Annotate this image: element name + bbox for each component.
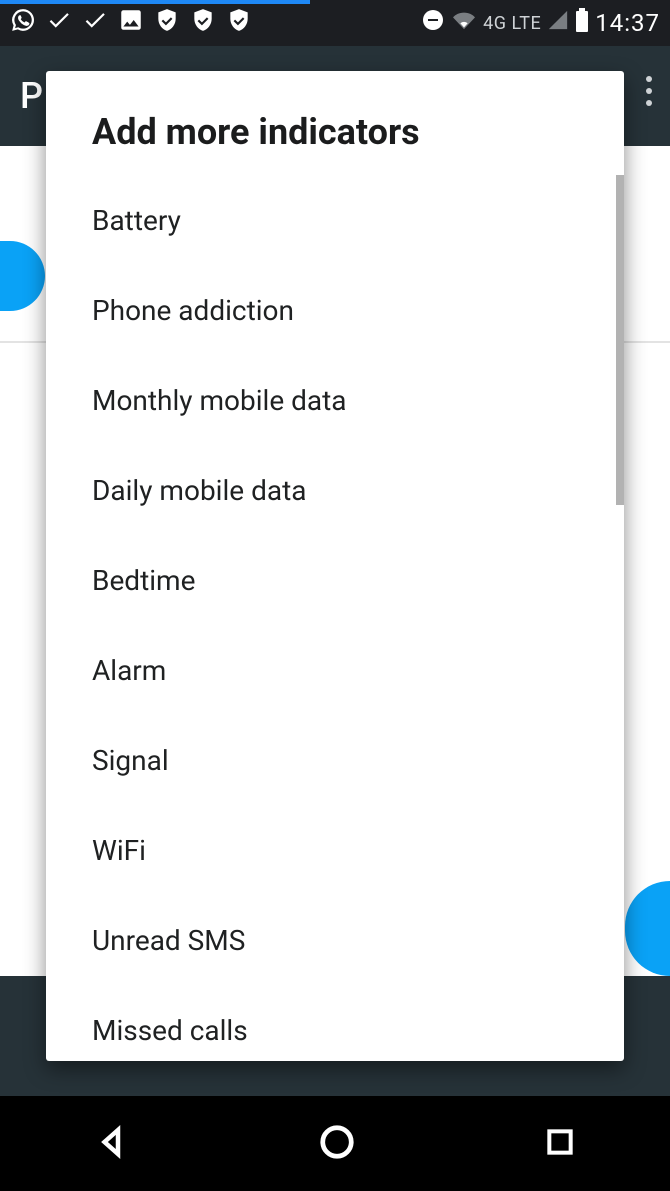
list-item-label: Bedtime bbox=[92, 564, 195, 597]
list-item[interactable]: Signal bbox=[46, 715, 624, 805]
list-item[interactable]: Battery bbox=[46, 175, 624, 265]
list-item-label: Signal bbox=[92, 744, 169, 777]
overflow-menu-icon[interactable] bbox=[646, 76, 652, 106]
navigation-bar bbox=[0, 1096, 670, 1191]
list-item[interactable]: Bedtime bbox=[46, 535, 624, 625]
list-item-label: Monthly mobile data bbox=[92, 384, 347, 417]
wifi-icon bbox=[451, 9, 477, 37]
list-item-label: Phone addiction bbox=[92, 294, 294, 327]
battery-icon bbox=[575, 8, 589, 38]
whatsapp-icon bbox=[10, 7, 36, 39]
list-item-label: Unread SMS bbox=[92, 924, 245, 957]
network-type-label: 4G LTE bbox=[483, 13, 541, 34]
status-bar: 4G LTE 14:37 bbox=[0, 0, 670, 46]
add-indicators-dialog: Add more indicators Battery Phone addict… bbox=[46, 71, 624, 1061]
list-item[interactable]: Daily mobile data bbox=[46, 445, 624, 535]
partial-chip bbox=[0, 241, 45, 311]
do-not-disturb-icon bbox=[421, 8, 445, 38]
image-icon bbox=[118, 7, 144, 39]
list-item[interactable]: Phone addiction bbox=[46, 265, 624, 355]
recents-button[interactable] bbox=[544, 1126, 576, 1162]
back-button[interactable] bbox=[94, 1124, 130, 1164]
list-item-label: Daily mobile data bbox=[92, 474, 306, 507]
list-item[interactable]: WiFi bbox=[46, 805, 624, 895]
home-button[interactable] bbox=[318, 1123, 356, 1165]
dialog-title: Add more indicators bbox=[46, 71, 624, 175]
dialog-list[interactable]: Battery Phone addiction Monthly mobile d… bbox=[46, 175, 624, 1061]
shield-check-icon bbox=[226, 7, 252, 39]
list-item[interactable]: Monthly mobile data bbox=[46, 355, 624, 445]
shield-check-icon bbox=[154, 7, 180, 39]
progress-indicator bbox=[0, 0, 310, 4]
shield-check-icon bbox=[190, 7, 216, 39]
check-icon bbox=[46, 7, 72, 39]
partial-fab[interactable] bbox=[625, 881, 670, 976]
list-item-label: Missed calls bbox=[92, 1014, 248, 1047]
list-item[interactable]: Unread SMS bbox=[46, 895, 624, 985]
scrollbar-thumb[interactable] bbox=[616, 175, 624, 505]
list-item-label: WiFi bbox=[92, 834, 146, 867]
list-item[interactable]: Alarm bbox=[46, 625, 624, 715]
check-icon bbox=[82, 7, 108, 39]
list-item[interactable]: Missed calls bbox=[46, 985, 624, 1061]
clock-label: 14:37 bbox=[595, 9, 660, 37]
list-item-label: Alarm bbox=[92, 654, 166, 687]
list-item-label: Battery bbox=[92, 204, 181, 237]
signal-icon bbox=[547, 9, 569, 37]
app-title: P bbox=[20, 75, 43, 117]
